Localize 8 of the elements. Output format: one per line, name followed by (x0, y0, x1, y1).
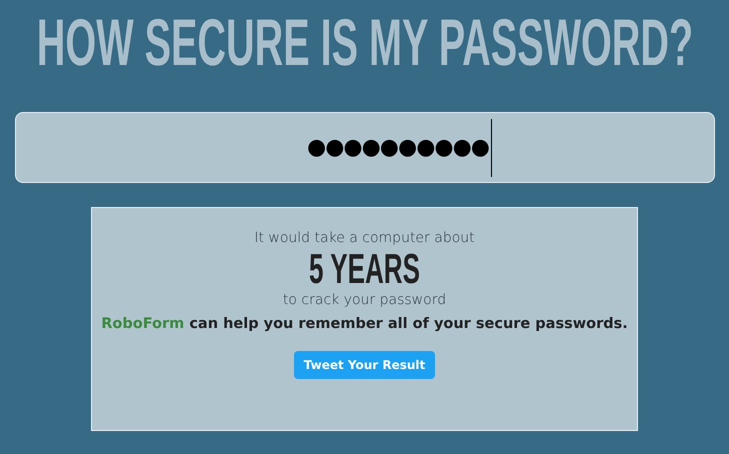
roboform-link[interactable]: RoboForm (101, 316, 184, 332)
intro-text: It would take a computer about (254, 230, 475, 246)
promo-text: RoboForm can help you remember all of your secure passwords. (101, 316, 628, 332)
password-field[interactable]: ●●●●●●●●●● (14, 112, 714, 183)
crack-time: 5 YEARS (309, 246, 420, 292)
tweet-button[interactable]: Tweet Your Result (294, 351, 436, 379)
page-title: HOW SECURE IS MY PASSWORD? (36, 6, 693, 78)
outro-text: to crack your password (282, 292, 446, 308)
